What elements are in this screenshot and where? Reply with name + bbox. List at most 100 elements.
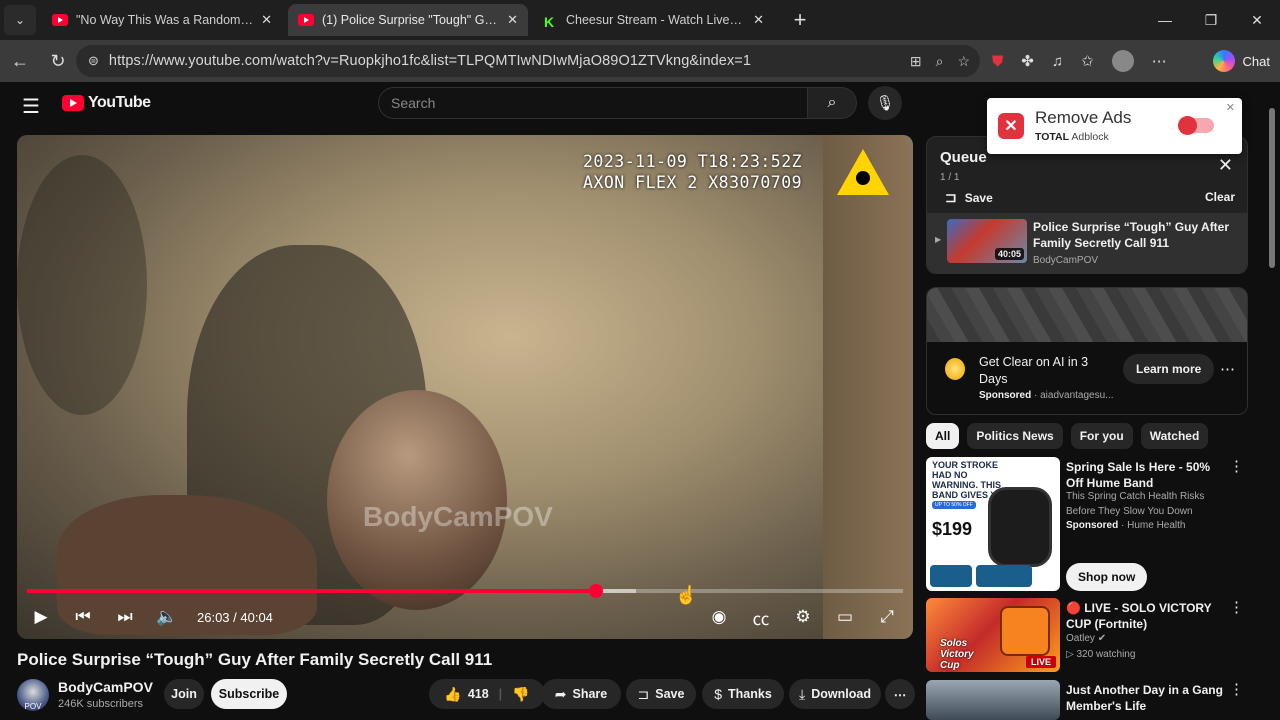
queue-panel: Queue 1 / 1 ✕ ⊐ Save Clear ▶ 40:05 Polic… [926, 136, 1248, 274]
more-actions-icon[interactable]: ⋯ [885, 679, 915, 709]
previous-icon[interactable]: ⏮ [65, 599, 101, 635]
chip-for-you[interactable]: For you [1070, 423, 1133, 449]
more-options-icon[interactable]: ⋮ [1229, 598, 1244, 616]
download-button[interactable]: ⤓ Download [789, 679, 881, 709]
adblock-brand-bold: TOTAL [1035, 131, 1070, 143]
settings-gear-icon[interactable]: ⚙ [785, 599, 821, 635]
close-icon[interactable]: ✕ [507, 12, 518, 28]
channel-name[interactable]: BodyCamPOV [58, 679, 153, 695]
microphone-icon[interactable]: 🎙 [868, 86, 902, 120]
video-player[interactable]: 2023-11-09 T18:23:52Z AXON FLEX 2 X83070… [17, 135, 913, 639]
restore-icon[interactable]: ❐ [1188, 0, 1234, 40]
tab-title: Cheesur Stream - Watch Live on K [566, 13, 746, 27]
time-display: 26:03 / 40:04 [197, 609, 273, 625]
subscribe-button[interactable]: Subscribe [211, 679, 287, 709]
share-icon: ➦ [554, 685, 567, 702]
minimize-icon[interactable]: — [1142, 0, 1188, 40]
join-button[interactable]: Join [164, 679, 204, 709]
search-icon[interactable]: ⌕ [807, 87, 857, 119]
close-icon[interactable]: ✕ [753, 12, 764, 28]
recommendation-title: Just Another Day in a Gang Member's Life [1066, 683, 1223, 713]
site-info-icon[interactable]: ⊜ [88, 53, 99, 69]
chat-label: Chat [1242, 53, 1270, 69]
browser-tab[interactable]: "No Way This Was a Random Traffi ✕ [42, 4, 282, 36]
like-count[interactable]: 418 [468, 687, 489, 701]
recommendation-description: This Spring Catch Health Risks Before Th… [1066, 491, 1205, 517]
queue-clear-button[interactable]: Clear [1205, 190, 1235, 204]
close-icon[interactable]: ✕ [261, 12, 272, 28]
download-icon: ⤓ [799, 685, 806, 702]
sponsored-label: Sponsored [1066, 520, 1119, 531]
menu-icon[interactable]: ☰ [22, 94, 40, 119]
scrollbar-thumb[interactable] [1269, 108, 1275, 268]
tab-actions-menu-icon[interactable]: ⌄ [4, 5, 36, 35]
adblock-title: Remove Ads [1035, 108, 1132, 127]
adblock-extension-icon[interactable]: ⛊ [992, 53, 1003, 70]
more-options-icon[interactable]: ⋮ [1229, 680, 1244, 698]
progress-bar[interactable] [27, 584, 903, 598]
dislike-icon[interactable]: 👎 [512, 686, 529, 703]
url-field[interactable]: ⊜ https://www.youtube.com/watch?v=Ruopkj… [76, 45, 980, 77]
refresh-icon[interactable]: ↻ [40, 43, 76, 79]
shop-now-button[interactable]: Shop now [1066, 563, 1148, 591]
queue-save-button[interactable]: ⊐ Save [945, 189, 993, 206]
url-text: https://www.youtube.com/watch?v=Ruopkjho… [108, 53, 752, 69]
extensions-icon[interactable]: ✤ [1021, 52, 1034, 70]
next-icon[interactable]: ⏭ [107, 599, 143, 635]
favorites-icon[interactable]: ✩ [1081, 52, 1094, 70]
close-window-icon[interactable]: ✕ [1234, 0, 1280, 40]
search-input[interactable]: Search [378, 87, 808, 119]
band-image [988, 487, 1052, 567]
chip-watched[interactable]: Watched [1140, 423, 1209, 449]
learn-more-button[interactable]: Learn more [1123, 354, 1215, 384]
recommendation-item[interactable]: YOUR STROKE HAD NO WARNING. THIS BAND GI… [926, 457, 1248, 593]
more-options-icon[interactable]: ⋮ [1229, 457, 1244, 475]
recommendation-item[interactable]: Solos Victory Cup LIVE 🔴 LIVE - SOLO VIC… [926, 598, 1248, 674]
more-menu-icon[interactable]: ⋯ [1152, 52, 1167, 70]
zoom-icon[interactable]: ⌕ [936, 53, 944, 70]
queue-item[interactable]: ▶ 40:05 Police Surprise “Tough” Guy Afte… [927, 213, 1247, 273]
scrubber-handle[interactable] [589, 584, 604, 598]
copilot-chat-button[interactable]: Chat [1212, 46, 1270, 76]
chip-all[interactable]: All [926, 423, 960, 449]
share-button[interactable]: ➦ Share [541, 679, 621, 709]
more-options-icon[interactable]: ⋯ [1220, 360, 1235, 378]
like-icon[interactable]: 👍 [444, 686, 461, 703]
favorite-star-icon[interactable]: ☆ [957, 53, 970, 70]
captions-icon[interactable]: ㏄ [743, 599, 779, 635]
close-icon[interactable]: ✕ [1218, 155, 1233, 176]
page-scrollbar[interactable] [1268, 100, 1276, 710]
profile-icon[interactable] [1111, 50, 1134, 72]
media-icon[interactable]: ♫ [1052, 53, 1063, 70]
sponsored-card[interactable]: Get Clear on AI in 3 Days Sponsored · ai… [926, 287, 1248, 415]
fullscreen-icon[interactable]: ⤢ [869, 599, 905, 635]
theater-mode-icon[interactable]: ▭ [827, 599, 863, 635]
new-tab-icon[interactable]: + [786, 7, 814, 33]
adblock-brand-text: Adblock [1071, 131, 1109, 143]
avatar-text: POV [24, 702, 42, 711]
browser-tab[interactable]: K Cheesur Stream - Watch Live on K ✕ [534, 4, 774, 36]
autoplay-toggle-icon[interactable]: ◉ [701, 599, 737, 635]
youtube-logo[interactable]: YouTube [62, 94, 151, 112]
save-button[interactable]: ⊐ Save [626, 679, 696, 709]
thanks-button[interactable]: $ Thanks [702, 679, 784, 709]
app-available-icon[interactable]: ⊞ [910, 53, 922, 70]
chip-politics-news[interactable]: Politics News [967, 423, 1063, 449]
video-frame-shadow [17, 155, 147, 415]
remove-ads-toggle[interactable] [1178, 116, 1214, 135]
live-signal-icon: ▷ [1066, 649, 1074, 660]
window-controls: — ❐ ✕ [1142, 0, 1280, 40]
like-dislike-group: 👍 418 | 👎 [429, 679, 545, 709]
volume-icon[interactable]: 🔈 [149, 599, 185, 635]
browser-tab-active[interactable]: (1) Police Surprise "Tough" Guy Af ✕ [288, 4, 528, 36]
close-icon[interactable]: ✕ [1226, 101, 1235, 114]
thumbnail-text: Solos Victory Cup [940, 638, 974, 671]
queue-count: 1 / 1 [940, 172, 960, 183]
sponsored-meta: Sponsored · aiadvantagesu... [979, 390, 1114, 401]
now-playing-icon: ▶ [935, 235, 942, 244]
channel-avatar[interactable]: POV [17, 679, 49, 711]
search-placeholder: Search [391, 95, 436, 111]
recommendation-item[interactable]: Just Another Day in a Gang Member's Life… [926, 680, 1248, 720]
back-icon[interactable]: ← [2, 43, 38, 79]
play-icon[interactable]: ▶ [23, 599, 59, 635]
